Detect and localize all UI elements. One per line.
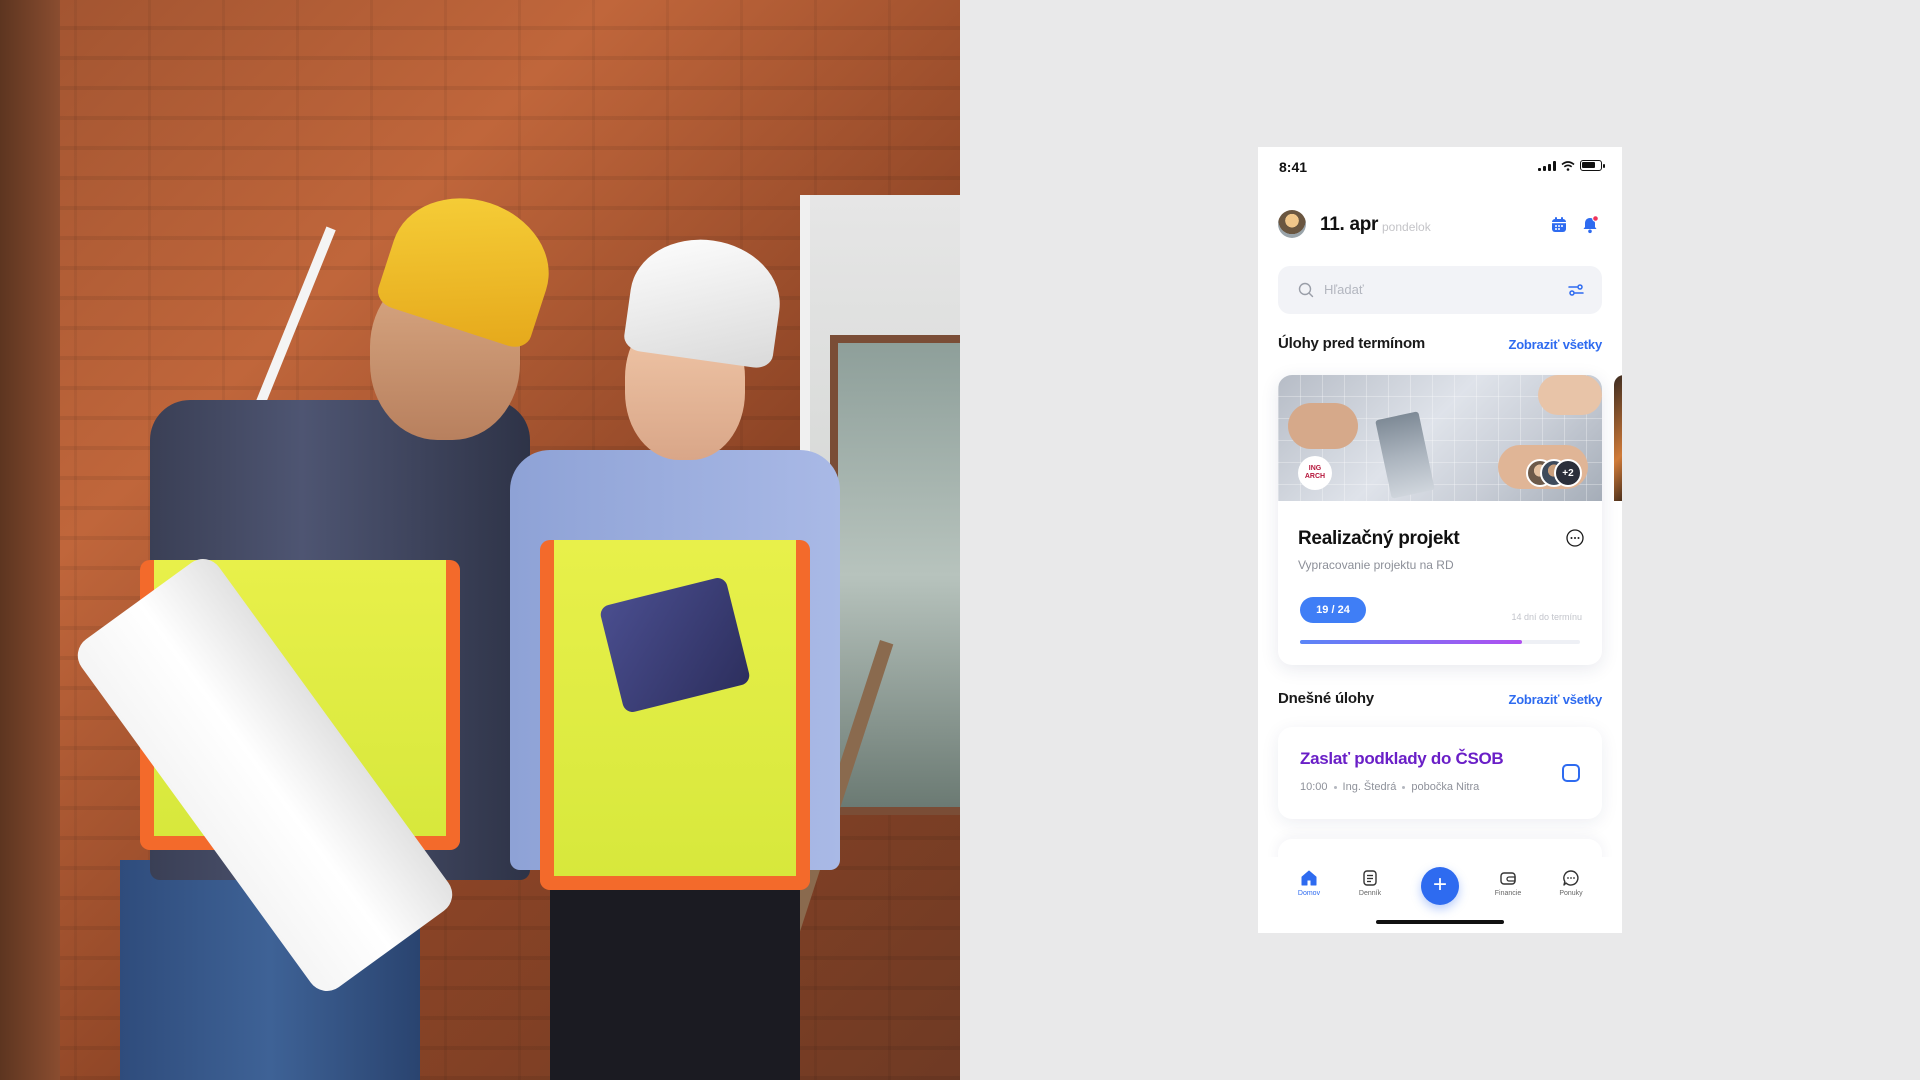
extra-members-count: +2 bbox=[1554, 459, 1582, 487]
male-worker bbox=[69, 178, 567, 1080]
overdue-show-all-link[interactable]: Zobraziť všetky bbox=[1508, 337, 1602, 352]
search-input[interactable]: Hľadať bbox=[1324, 282, 1364, 297]
brick-pillar bbox=[0, 0, 60, 1080]
tab-offers-label: Ponuky bbox=[1559, 890, 1583, 897]
tab-home-label: Domov bbox=[1297, 890, 1321, 897]
tab-diary[interactable]: Denník bbox=[1343, 869, 1397, 909]
progress-bar bbox=[1300, 640, 1580, 644]
user-avatar[interactable] bbox=[1278, 210, 1306, 238]
home-indicator bbox=[1376, 920, 1504, 924]
task-place: pobočka Nitra bbox=[1411, 781, 1480, 793]
tab-diary-label: Denník bbox=[1358, 890, 1382, 897]
home-icon bbox=[1301, 870, 1317, 886]
add-button[interactable]: + bbox=[1421, 867, 1459, 905]
female-worker bbox=[500, 230, 860, 1080]
overdue-tasks-title: Úlohy pred termínom bbox=[1278, 335, 1426, 352]
tab-home[interactable]: Domov bbox=[1282, 869, 1336, 909]
tab-finance[interactable]: Financie bbox=[1481, 869, 1535, 909]
project-card[interactable]: ING ARCH +2 Realizačný projekt Vypracova… bbox=[1278, 375, 1602, 665]
current-weekday: pondelok bbox=[1382, 220, 1431, 234]
status-bar: 8:41 bbox=[1258, 147, 1622, 191]
status-icons bbox=[1538, 160, 1605, 171]
deadline-text: 14 dní do termínu bbox=[1511, 612, 1582, 622]
task-title: Zaslať podklady do ČSOB bbox=[1300, 749, 1504, 768]
tab-offers[interactable]: Ponuky bbox=[1544, 869, 1598, 909]
date-header: 11. apr pondelok bbox=[1278, 209, 1602, 241]
company-logo: ING ARCH bbox=[1298, 456, 1332, 490]
progress-bar-fill bbox=[1300, 640, 1522, 644]
tab-finance-label: Financie bbox=[1494, 890, 1522, 897]
battery-icon bbox=[1580, 160, 1605, 171]
status-time: 8:41 bbox=[1279, 159, 1308, 175]
task-person: Ing. Štedrá bbox=[1342, 781, 1397, 793]
black-pants bbox=[550, 880, 800, 1080]
next-project-card-peek[interactable] bbox=[1614, 375, 1622, 501]
today-tasks-title: Dnešné úlohy bbox=[1278, 690, 1374, 707]
color-swatch bbox=[1375, 411, 1435, 499]
wifi-icon bbox=[1561, 160, 1575, 171]
phone-screen: 8:41 11. apr pondelok Hľadať Úlohy pred … bbox=[1258, 147, 1622, 933]
search-icon bbox=[1298, 282, 1314, 298]
more-options-icon[interactable] bbox=[1565, 528, 1585, 548]
diary-icon bbox=[1363, 870, 1377, 886]
task-item[interactable]: Zaslať podklady do ČSOB 10:00 Ing. Štedr… bbox=[1278, 727, 1602, 819]
task-time: 10:00 bbox=[1300, 781, 1328, 793]
today-show-all-link[interactable]: Zobraziť všetky bbox=[1508, 692, 1602, 707]
task-meta: 10:00 Ing. Štedrá pobočka Nitra bbox=[1300, 781, 1479, 793]
project-title: Realizačný projekt bbox=[1298, 528, 1460, 549]
task-checkbox[interactable] bbox=[1562, 764, 1580, 782]
construction-workers-photo bbox=[0, 0, 960, 1080]
filter-icon[interactable] bbox=[1568, 283, 1584, 297]
search-bar[interactable]: Hľadať bbox=[1278, 266, 1602, 314]
progress-badge: 19 / 24 bbox=[1300, 597, 1366, 623]
wallet-icon bbox=[1500, 872, 1516, 885]
calendar-icon[interactable] bbox=[1548, 214, 1570, 236]
chat-bubble-icon bbox=[1563, 870, 1579, 886]
project-subtitle: Vypracovanie projektu na RD bbox=[1298, 558, 1454, 572]
current-date: 11. apr bbox=[1320, 214, 1379, 235]
team-avatars[interactable]: +2 bbox=[1526, 459, 1592, 487]
cellular-signal-icon bbox=[1538, 160, 1556, 171]
white-hard-hat bbox=[622, 230, 788, 370]
notification-bell-icon[interactable] bbox=[1579, 214, 1601, 236]
